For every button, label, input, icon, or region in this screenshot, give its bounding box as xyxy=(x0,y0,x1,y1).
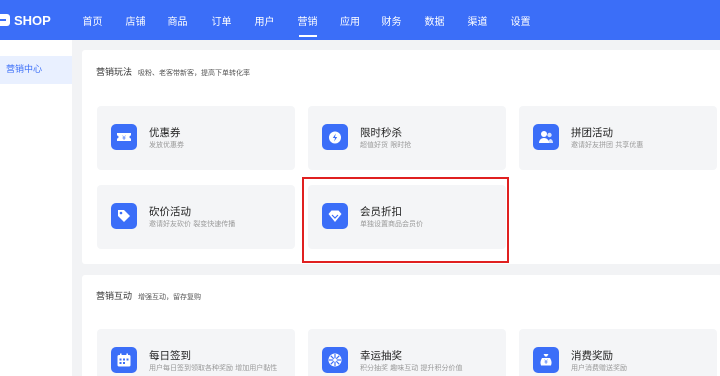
shop-logo-icon xyxy=(0,14,10,26)
svg-text:¥: ¥ xyxy=(544,359,548,366)
card-subtitle: 用户每日签到领取各种奖励 增加用户黏性 xyxy=(149,364,278,372)
coupon-icon: ¥ xyxy=(111,124,137,150)
section-title: 营销互动 xyxy=(96,292,133,302)
card-consumption-reward[interactable]: ¥ 消费奖励 用户消费赠送奖励 xyxy=(519,329,717,376)
card-title: 每日签到 xyxy=(149,350,191,362)
section-subtitle: 吸粉、老客带新客，提高下单转化率 xyxy=(138,69,251,77)
nav-marketing[interactable]: 营销 xyxy=(285,0,330,40)
card-subtitle: 超值好货 限时抢 xyxy=(360,141,412,149)
card-subtitle: 单独设置商品会员价 xyxy=(360,220,423,228)
nav-channels[interactable]: 渠道 xyxy=(456,0,499,40)
card-title: 优惠券 xyxy=(149,127,181,139)
logo[interactable]: SHOP xyxy=(0,13,70,28)
card-subtitle: 发放优惠券 xyxy=(149,141,184,149)
nav-apps[interactable]: 应用 xyxy=(330,0,370,40)
group-buy-icon xyxy=(533,124,559,150)
nav-products[interactable]: 商品 xyxy=(156,0,199,40)
price-tag-icon xyxy=(111,203,137,229)
section-header: 营销玩法 吸粉、老客带新客，提高下单转化率 xyxy=(96,65,250,78)
card-title: 砍价活动 xyxy=(149,206,191,218)
nav-users[interactable]: 用户 xyxy=(244,0,285,40)
section-header: 营销互动 增强互动，留存复购 xyxy=(96,289,201,302)
lottery-wheel-icon xyxy=(322,347,348,373)
sidebar-item-marketing-center[interactable]: 营销中心 xyxy=(0,56,72,84)
nav-orders[interactable]: 订单 xyxy=(199,0,244,40)
marketing-play-panel: 营销玩法 吸粉、老客带新客，提高下单转化率 ¥ 优惠券 发放优惠券 限时秒杀 超… xyxy=(82,50,720,264)
sidebar: 营销中心 xyxy=(0,40,72,376)
card-subtitle: 积分抽奖 趣味互动 提升积分价值 xyxy=(360,364,463,372)
calendar-icon xyxy=(111,347,137,373)
svg-text:¥: ¥ xyxy=(122,135,126,142)
nav-store[interactable]: 店铺 xyxy=(115,0,156,40)
logo-text: SHOP xyxy=(14,12,51,28)
nav-finance[interactable]: 财务 xyxy=(370,0,413,40)
card-lucky-draw[interactable]: 幸运抽奖 积分抽奖 趣味互动 提升积分价值 xyxy=(308,329,506,376)
card-title: 会员折扣 xyxy=(360,206,402,218)
section-subtitle: 增强互动，留存复购 xyxy=(138,293,202,301)
card-title: 限时秒杀 xyxy=(360,127,402,139)
card-flash-sale[interactable]: 限时秒杀 超值好货 限时抢 xyxy=(308,106,506,170)
card-bargain[interactable]: 砍价活动 邀请好友砍价 裂变快速传播 xyxy=(97,185,295,249)
card-coupon[interactable]: ¥ 优惠券 发放优惠券 xyxy=(97,106,295,170)
diamond-icon xyxy=(322,203,348,229)
card-subtitle: 邀请好友拼团 共享优惠 xyxy=(571,141,644,149)
section-title: 营销玩法 xyxy=(96,68,133,78)
main-nav: 首页 店铺 商品 订单 用户 营销 应用 财务 数据 渠道 设置 xyxy=(70,0,542,40)
nav-home[interactable]: 首页 xyxy=(70,0,115,40)
top-nav-bar: SHOP 首页 店铺 商品 订单 用户 营销 应用 财务 数据 渠道 设置 xyxy=(0,0,720,40)
card-member-discount[interactable]: 会员折扣 单独设置商品会员价 xyxy=(308,185,506,249)
card-title: 幸运抽奖 xyxy=(360,350,402,362)
nav-data[interactable]: 数据 xyxy=(413,0,456,40)
nav-settings[interactable]: 设置 xyxy=(499,0,542,40)
marketing-interaction-panel: 营销互动 增强互动，留存复购 每日签到 用户每日签到领取各种奖励 增加用户黏性 … xyxy=(82,275,720,376)
card-title: 拼团活动 xyxy=(571,127,613,139)
card-daily-checkin[interactable]: 每日签到 用户每日签到领取各种奖励 增加用户黏性 xyxy=(97,329,295,376)
card-title: 消费奖励 xyxy=(571,350,613,362)
flash-sale-icon xyxy=(322,124,348,150)
money-bag-icon: ¥ xyxy=(533,347,559,373)
card-subtitle: 用户消费赠送奖励 xyxy=(571,364,627,372)
card-subtitle: 邀请好友砍价 裂变快速传播 xyxy=(149,220,236,228)
card-group-buy[interactable]: 拼团活动 邀请好友拼团 共享优惠 xyxy=(519,106,717,170)
